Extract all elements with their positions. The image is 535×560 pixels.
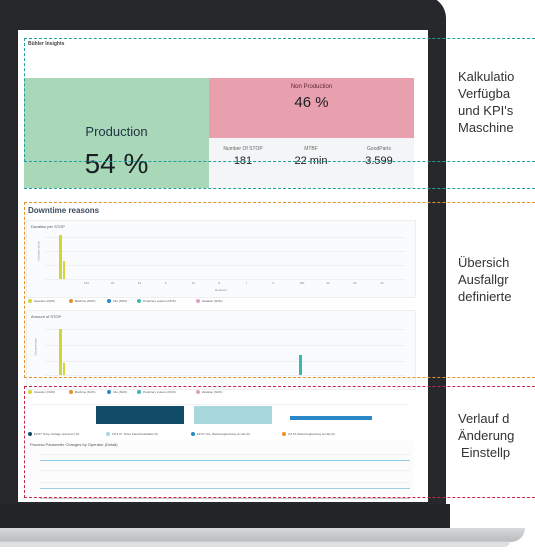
callout-line: Übersich	[458, 255, 510, 270]
callout-line: Kalkulatio	[458, 69, 515, 84]
callout-line: Einstellp	[461, 445, 511, 460]
downtime-callout-text: Übersich Ausfallgr definierte	[458, 254, 511, 305]
callout-line: Verfügba	[458, 86, 511, 101]
parameter-callout-text: Verlauf d Änderung Einstellp	[458, 410, 514, 461]
callout-line: Änderung	[458, 428, 515, 443]
callout-line: Maschine	[458, 120, 514, 135]
laptop-base-shadow	[0, 541, 510, 547]
kpi-callout-text: Kalkulatio Verfügba und KPI's Maschine	[458, 68, 514, 136]
kpi-callout-line	[24, 188, 535, 189]
callout-line: und KPI's	[458, 103, 514, 118]
x-axis	[40, 498, 410, 499]
laptop-bezel	[0, 504, 450, 530]
callout-line: definierte	[458, 289, 512, 304]
callout-line: Verlauf d	[458, 411, 510, 426]
callout-line: Ausfallgr	[458, 272, 509, 287]
laptop-base	[0, 528, 525, 542]
